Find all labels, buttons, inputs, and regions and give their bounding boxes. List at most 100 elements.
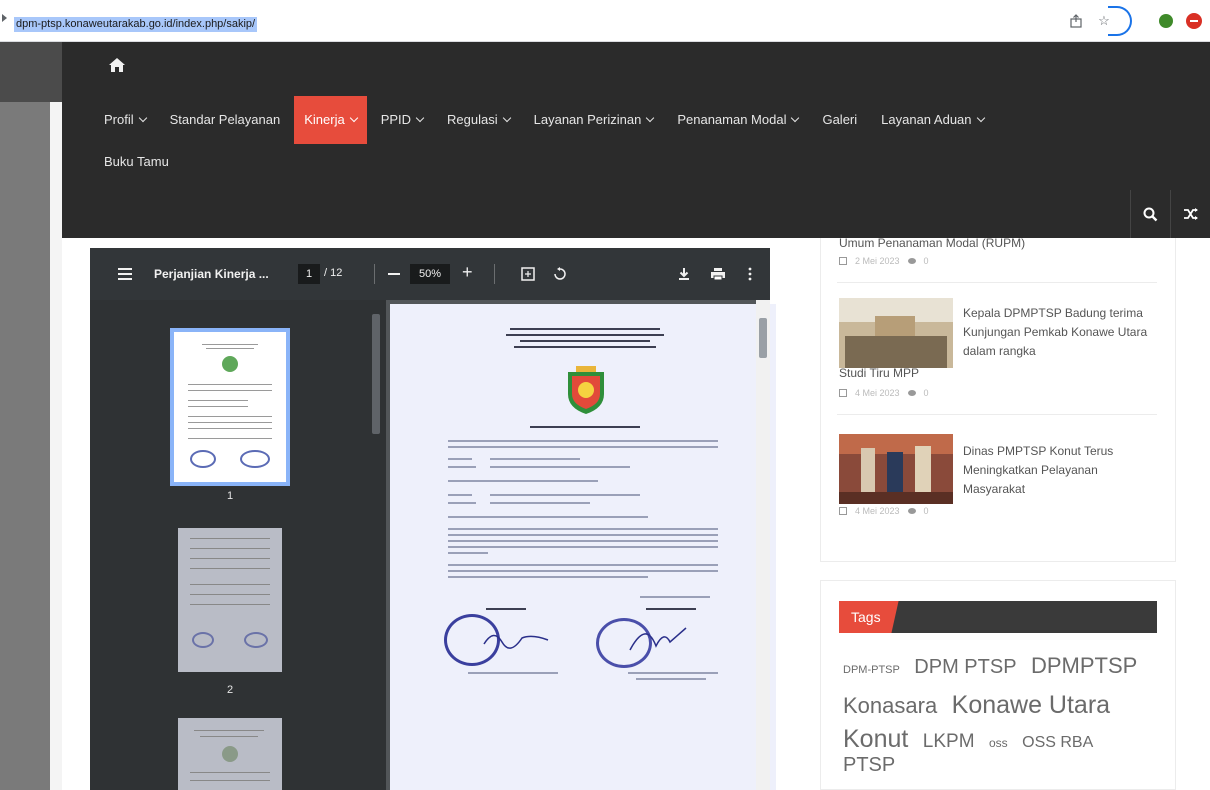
- menu-icon[interactable]: [118, 268, 132, 283]
- news-title-cut[interactable]: Umum Penanaman Modal (RUPM): [839, 236, 1025, 250]
- tag-cloud: DPM-PTSP DPM PTSP DPMPTSP Konasara Konaw…: [843, 647, 1163, 777]
- browser-address-bar: dpm-ptsp.konawеutarakab.go.id/index.php/…: [0, 0, 1210, 42]
- tag-link[interactable]: Konasara: [843, 693, 937, 719]
- thumbnail-number: 2: [226, 684, 234, 696]
- chevron-down-icon: [138, 113, 147, 123]
- chevron-down-icon: [646, 113, 655, 123]
- tag-link[interactable]: OSS RBA: [1022, 734, 1093, 752]
- bookmark-star-icon[interactable]: ☆: [1096, 13, 1112, 29]
- nav-ppid[interactable]: PPID: [371, 96, 433, 144]
- shuffle-icon[interactable]: [1170, 190, 1210, 238]
- toolbar-divider: [494, 264, 495, 284]
- url-text[interactable]: dpm-ptsp.konawеutarakab.go.id/index.php/…: [14, 17, 258, 32]
- pdf-page-document: [390, 304, 776, 790]
- home-icon[interactable]: [108, 56, 126, 74]
- news-title[interactable]: Kepala DPMPTSP Badung terima Kunjungan P…: [963, 304, 1163, 361]
- tags-heading: Tags: [839, 601, 899, 633]
- divider: [837, 414, 1157, 415]
- news-date: 2 Mei 2023: [855, 256, 900, 266]
- news-date: 4 Mei 2023: [855, 388, 900, 398]
- extension-adblock-icon[interactable]: [1186, 13, 1202, 29]
- nav-label: Penanaman Modal: [677, 112, 787, 127]
- calendar-icon: [839, 389, 847, 397]
- tag-link[interactable]: PTSP: [843, 754, 895, 777]
- comment-icon: [907, 258, 916, 264]
- print-icon[interactable]: [708, 264, 728, 284]
- nav-buku-tamu[interactable]: Buku Tamu: [104, 154, 169, 169]
- thumbnail-page-2[interactable]: [178, 528, 282, 672]
- nav-layanan-aduan[interactable]: Layanan Aduan: [871, 96, 993, 144]
- nav-regulasi[interactable]: Regulasi: [437, 96, 520, 144]
- nav-label: Layanan Aduan: [881, 112, 972, 127]
- nav-label: PPID: [380, 112, 412, 127]
- chevron-down-icon: [415, 113, 425, 123]
- signature-mark: [629, 627, 687, 651]
- news-title[interactable]: Dinas PMPTSP Konut Terus Meningkatkan Pe…: [963, 442, 1163, 499]
- news-date: 4 Mei 2023: [855, 506, 900, 516]
- zoom-level-input[interactable]: 50%: [410, 264, 450, 284]
- nav-standar-pelayanan[interactable]: Standar Pelayanan: [160, 96, 291, 144]
- news-thumbnail[interactable]: [839, 434, 953, 504]
- nav-penanaman-modal[interactable]: Penanaman Modal: [667, 96, 808, 144]
- news-comments: 0: [923, 506, 929, 516]
- toolbar-divider: [374, 264, 375, 284]
- nav-galeri[interactable]: Galeri: [812, 96, 867, 144]
- nav-layanan-perizinan[interactable]: Layanan Perizinan: [524, 96, 664, 144]
- page-total: / 12: [324, 267, 343, 279]
- calendar-icon: [839, 257, 847, 265]
- fit-page-icon[interactable]: [518, 264, 538, 284]
- divider: [837, 282, 1157, 283]
- thumbnail-panel: 1 2: [90, 300, 386, 790]
- rotate-icon[interactable]: [550, 264, 570, 284]
- nav-menu: Profil Standar Pelayanan Kinerja PPID Re…: [94, 96, 994, 144]
- document-scrollbar[interactable]: [756, 300, 770, 790]
- thumbnail-scrollbar[interactable]: [372, 314, 380, 434]
- tag-link[interactable]: Konut: [843, 725, 908, 754]
- news-thumbnail[interactable]: [839, 298, 953, 368]
- tags-header: Tags: [839, 601, 1157, 633]
- nav-label: Regulasi: [447, 112, 498, 127]
- thumbnail-number: 1: [226, 490, 234, 502]
- pdf-toolbar: Perjanjian Kinerja ... 1 / 12 50% +: [90, 248, 770, 300]
- chevron-down-icon: [502, 113, 511, 123]
- comment-icon: [907, 508, 916, 514]
- left-background-strip-top: [0, 42, 62, 102]
- recent-news-card: Umum Penanaman Modal (RUPM) 2 Mei 2023 0…: [820, 236, 1176, 562]
- nav-profil[interactable]: Profil: [94, 96, 156, 144]
- search-icon[interactable]: [1130, 190, 1170, 238]
- tag-link[interactable]: DPMPTSP: [1031, 647, 1137, 685]
- calendar-icon: [839, 507, 847, 515]
- pdf-title: Perjanjian Kinerja ...: [154, 267, 269, 281]
- page-number-input[interactable]: 1: [298, 264, 320, 284]
- nav-label: Standar Pelayanan: [169, 112, 281, 127]
- news-title-continued[interactable]: Studi Tiru MPP: [839, 364, 919, 383]
- tag-link[interactable]: LKPM: [923, 731, 975, 753]
- tag-link[interactable]: DPM-PTSP: [843, 664, 900, 676]
- nav-label: Kinerja: [304, 112, 345, 127]
- tags-card: Tags DPM-PTSP DPM PTSP DPMPTSP Konasara …: [820, 580, 1176, 790]
- web-page: Profil Standar Pelayanan Kinerja PPID Re…: [0, 42, 1210, 790]
- extension-green-icon[interactable]: [1158, 13, 1174, 29]
- news-comments: 0: [923, 256, 929, 266]
- nav-kinerja[interactable]: Kinerja: [294, 96, 367, 144]
- zoom-in-icon[interactable]: +: [462, 262, 473, 283]
- download-icon[interactable]: [674, 264, 694, 284]
- address-bar-actions: ☆: [1068, 10, 1202, 32]
- share-icon[interactable]: [1068, 13, 1084, 29]
- chevron-down-icon: [791, 113, 800, 123]
- document-scrollbar-thumb[interactable]: [759, 318, 767, 358]
- thumbnail-page-1[interactable]: [170, 328, 290, 486]
- chevron-down-icon: [976, 113, 985, 123]
- zoom-out-icon[interactable]: [388, 273, 400, 275]
- nav-label: Layanan Perizinan: [533, 112, 642, 127]
- news-meta: 2 Mei 2023 0: [839, 256, 929, 266]
- tag-link[interactable]: oss: [989, 736, 1008, 750]
- left-background-strip: [0, 42, 50, 790]
- nav-utilities: [1130, 190, 1210, 238]
- main-navbar: Profil Standar Pelayanan Kinerja PPID Re…: [62, 42, 1210, 238]
- tag-link[interactable]: DPM PTSP: [914, 656, 1016, 679]
- more-options-icon[interactable]: [740, 264, 760, 284]
- tag-link[interactable]: Konawe Utara: [952, 685, 1110, 725]
- site-info-icon[interactable]: [2, 14, 7, 22]
- thumbnail-page-3[interactable]: [178, 718, 282, 790]
